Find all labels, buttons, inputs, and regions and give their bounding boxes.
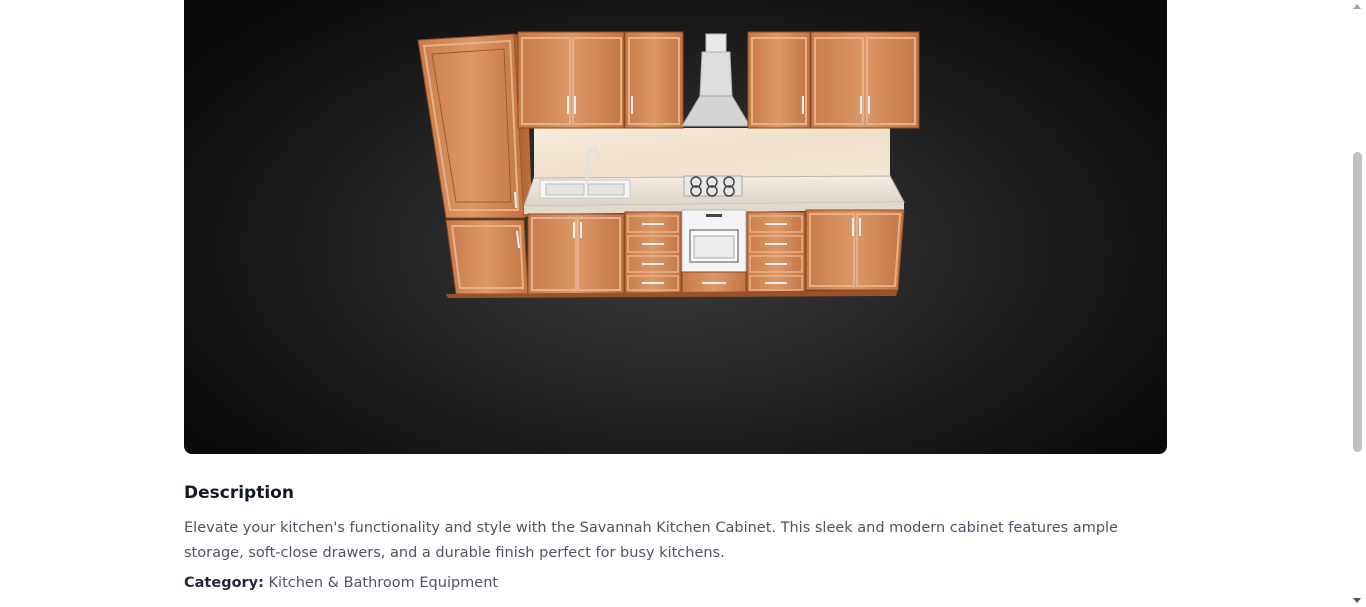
range-hood xyxy=(681,33,751,127)
category-value: Kitchen & Bathroom Equipment xyxy=(268,575,499,591)
description-text: Elevate your kitchen's functionality and… xyxy=(184,520,1118,561)
arrow-up-icon[interactable] xyxy=(1353,4,1361,9)
oven xyxy=(681,209,747,295)
scrollbar-thumb[interactable] xyxy=(1353,152,1362,452)
upper-cabinets-right xyxy=(747,31,920,129)
base-cabinets xyxy=(527,209,905,295)
tall-cabinet xyxy=(417,33,525,219)
category-line: Category: Kitchen & Bathroom Equipment xyxy=(184,572,1167,594)
description-heading: Description xyxy=(184,483,294,503)
kitchen-cabinet-model xyxy=(417,31,920,298)
product-page: Description Elevate your kitchen's funct… xyxy=(0,0,1366,607)
description-section: Description Elevate your kitchen's funct… xyxy=(184,480,1167,594)
category-label: Category: xyxy=(184,575,264,591)
upper-cabinets-left xyxy=(517,31,684,129)
cooktop xyxy=(683,175,743,197)
3d-model-viewer[interactable] xyxy=(184,0,1167,454)
arrow-down-icon[interactable] xyxy=(1353,598,1361,603)
page-scrollbar[interactable] xyxy=(1349,0,1366,607)
